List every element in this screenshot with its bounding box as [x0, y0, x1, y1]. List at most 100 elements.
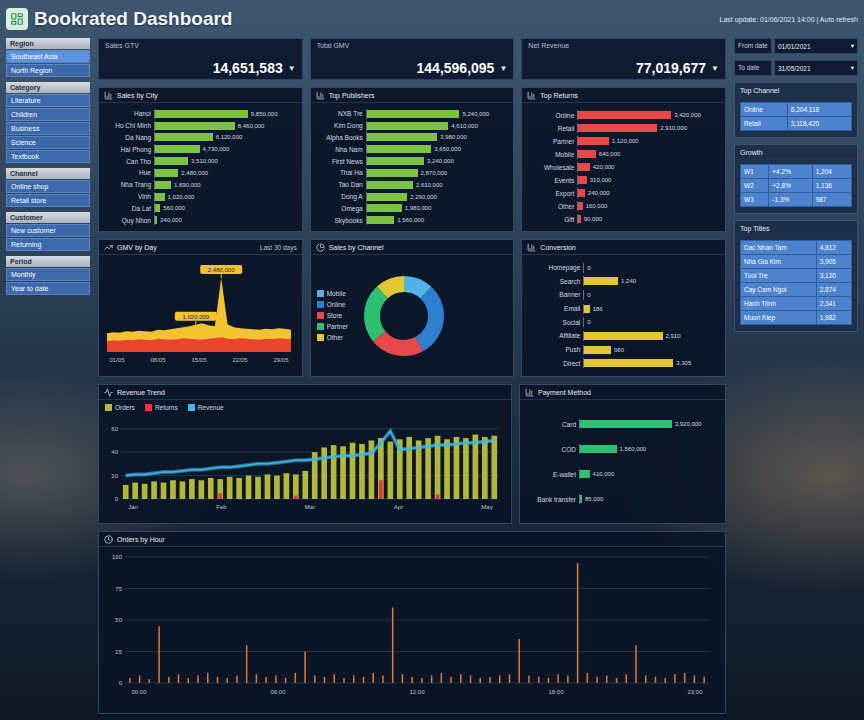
spike[interactable] [674, 674, 676, 683]
bar[interactable] [578, 124, 657, 132]
bar[interactable] [580, 495, 582, 503]
bar[interactable] [313, 499, 317, 500]
bar[interactable] [189, 479, 195, 499]
bar[interactable] [578, 163, 589, 171]
spike[interactable] [304, 652, 306, 684]
bar[interactable] [170, 480, 176, 499]
bar[interactable] [198, 480, 204, 499]
bar[interactable] [255, 477, 261, 499]
bar[interactable] [406, 437, 412, 499]
bar[interactable] [123, 485, 129, 499]
spike[interactable] [353, 675, 355, 683]
bar[interactable] [155, 110, 248, 118]
bar[interactable] [237, 499, 241, 500]
bar[interactable] [236, 478, 242, 499]
sidebar-item[interactable]: Textbook [6, 150, 90, 163]
bar[interactable] [256, 499, 260, 500]
spike[interactable] [392, 607, 394, 683]
bar[interactable] [491, 436, 497, 499]
sidebar-item[interactable]: Retail store [6, 194, 90, 207]
bar[interactable] [151, 481, 157, 499]
table-row[interactable]: Nha Gia Kim3,905 [741, 255, 852, 269]
spike[interactable] [265, 677, 267, 683]
table-row[interactable]: W2+2.8%1,136 [741, 179, 852, 193]
bar[interactable] [293, 474, 299, 499]
bar[interactable] [217, 479, 223, 499]
spike[interactable] [188, 678, 190, 683]
sidebar-item[interactable]: Monthly [6, 268, 90, 281]
spike[interactable] [684, 673, 686, 683]
bar[interactable] [155, 216, 157, 224]
spike[interactable] [149, 679, 151, 683]
bar[interactable] [578, 176, 586, 184]
bar[interactable] [379, 480, 383, 499]
spike[interactable] [441, 673, 443, 683]
spike[interactable] [616, 678, 618, 683]
spike[interactable] [528, 675, 530, 683]
bar[interactable] [284, 499, 288, 500]
spike[interactable] [197, 675, 199, 683]
spike[interactable] [538, 677, 540, 683]
bar[interactable] [209, 499, 213, 500]
table-row[interactable]: W1+4.2%1,204 [741, 165, 852, 179]
spike[interactable] [596, 677, 598, 683]
bar[interactable] [445, 499, 449, 500]
table-row[interactable]: Retail3,118,420 [741, 117, 852, 131]
bar[interactable] [274, 476, 280, 499]
donut-segment[interactable] [372, 284, 436, 348]
bar[interactable] [303, 499, 307, 500]
bar[interactable] [492, 499, 496, 500]
bar[interactable] [578, 111, 671, 119]
bar[interactable] [436, 494, 440, 499]
bar[interactable] [124, 499, 128, 500]
table-row[interactable]: Online6,204,118 [741, 103, 852, 117]
spike[interactable] [324, 677, 326, 683]
bar[interactable] [133, 499, 137, 500]
bar[interactable] [580, 420, 672, 428]
spike[interactable] [694, 675, 696, 683]
spike[interactable] [314, 675, 316, 683]
bar[interactable] [155, 157, 188, 165]
spike[interactable] [334, 674, 336, 683]
sidebar-item[interactable]: Literature [6, 94, 90, 107]
bar[interactable] [367, 169, 418, 177]
spike[interactable] [275, 675, 277, 683]
bar[interactable] [302, 471, 308, 499]
bar[interactable] [294, 495, 298, 499]
sidebar-item[interactable]: Business [6, 122, 90, 135]
bar[interactable] [482, 437, 488, 499]
bar[interactable] [155, 193, 165, 201]
bar[interactable] [367, 157, 424, 165]
bar[interactable] [180, 481, 186, 499]
table-row[interactable]: Dac Nhan Tam4,812 [741, 241, 852, 255]
sidebar-item[interactable]: Returning [6, 238, 90, 251]
bar[interactable] [155, 145, 200, 153]
bar[interactable] [578, 202, 582, 210]
bar[interactable] [454, 437, 460, 499]
filter-select[interactable]: 01/01/2021▾ [774, 38, 858, 54]
bar[interactable] [155, 169, 178, 177]
spike[interactable] [207, 673, 209, 683]
bar[interactable] [265, 474, 271, 499]
spike[interactable] [168, 677, 170, 683]
spike[interactable] [236, 675, 238, 683]
spike[interactable] [518, 639, 520, 683]
bar[interactable] [578, 189, 585, 197]
bar[interactable] [152, 499, 156, 500]
bar[interactable] [483, 499, 487, 500]
bar[interactable] [367, 193, 408, 201]
donut-segment[interactable] [372, 284, 436, 348]
bar[interactable] [444, 439, 450, 499]
bar[interactable] [155, 204, 160, 212]
bar[interactable] [367, 145, 432, 153]
bar[interactable] [464, 499, 468, 500]
bar[interactable] [388, 499, 392, 500]
sidebar-item[interactable]: North Region [6, 64, 90, 77]
bar[interactable] [227, 477, 233, 499]
bar[interactable] [275, 499, 279, 500]
spike[interactable] [256, 674, 258, 683]
bar[interactable] [350, 443, 356, 499]
bar[interactable] [132, 483, 138, 499]
bar[interactable] [417, 499, 421, 500]
spike[interactable] [285, 678, 287, 683]
